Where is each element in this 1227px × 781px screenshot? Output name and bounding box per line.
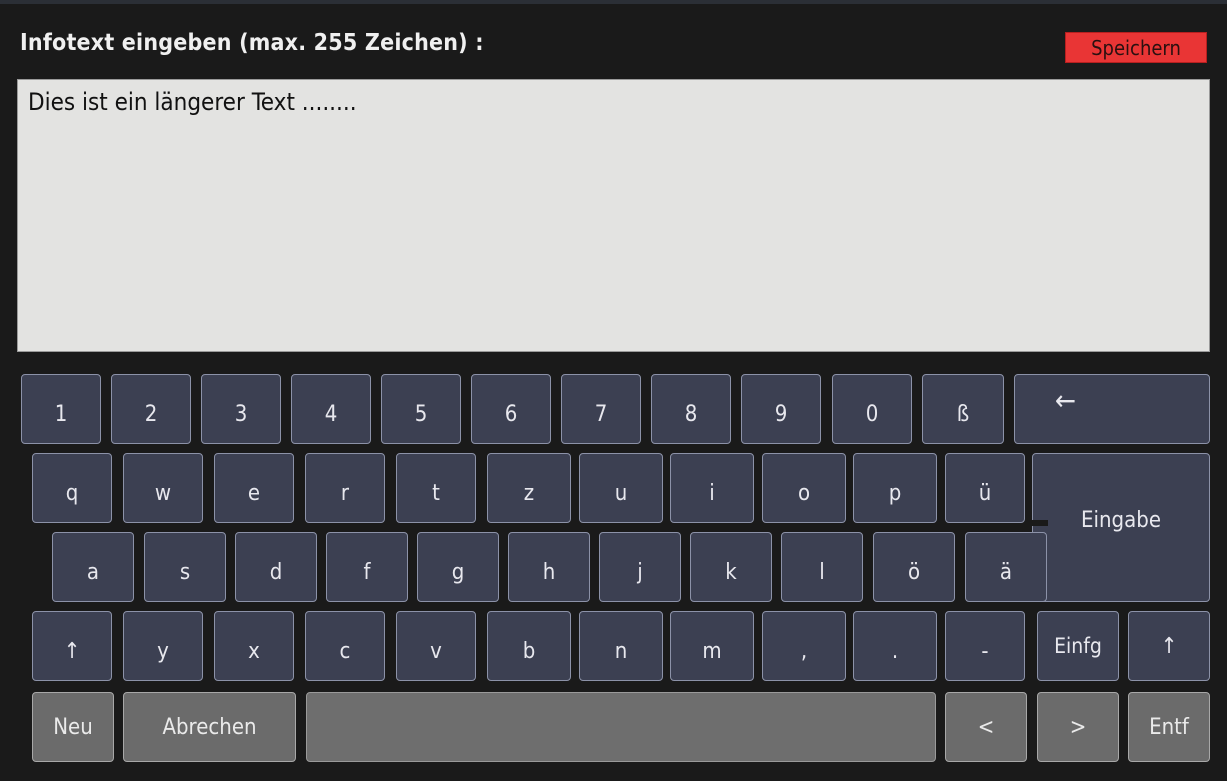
key-e[interactable]: e [214,453,294,523]
key-3[interactable]: 3 [201,374,281,444]
space-key[interactable] [306,692,936,762]
key-p[interactable]: p [853,453,937,523]
key-g[interactable]: g [417,532,499,602]
key-s[interactable]: s [144,532,226,602]
shift-left-key[interactable]: ↑ [32,611,112,681]
dialog: Infotext eingeben (max. 255 Zeichen) : S… [0,0,1227,781]
key-w[interactable]: w [123,453,203,523]
key-h[interactable]: h [508,532,590,602]
key-1[interactable]: 1 [21,374,101,444]
insert-key[interactable]: Einfg [1037,611,1119,681]
key-l[interactable]: l [781,532,863,602]
key-q[interactable]: q [32,453,112,523]
key-y[interactable]: y [123,611,203,681]
enter-key-notch [1030,520,1048,526]
key-v[interactable]: v [396,611,476,681]
top-border [0,0,1227,4]
key-t[interactable]: t [396,453,476,523]
key-8[interactable]: 8 [651,374,731,444]
key-ue[interactable]: ü [945,453,1025,523]
key-r[interactable]: r [305,453,385,523]
key-x[interactable]: x [214,611,294,681]
key-z[interactable]: z [487,453,571,523]
key-n[interactable]: n [579,611,663,681]
key-o[interactable]: o [762,453,846,523]
key-hyphen[interactable]: - [945,611,1025,681]
key-a[interactable]: a [52,532,134,602]
key-oe[interactable]: ö [873,532,955,602]
key-7[interactable]: 7 [561,374,641,444]
key-u[interactable]: u [579,453,663,523]
delete-key[interactable]: Entf [1128,692,1210,762]
key-period[interactable]: . [853,611,937,681]
key-f[interactable]: f [326,532,408,602]
key-sz[interactable]: ß [922,374,1004,444]
save-button[interactable]: Speichern [1065,32,1207,63]
key-comma[interactable]: , [762,611,846,681]
key-i[interactable]: i [670,453,754,523]
key-d[interactable]: d [235,532,317,602]
cursor-right-key[interactable]: > [1037,692,1119,762]
cancel-button[interactable]: Abrechen [123,692,296,762]
dialog-title: Infotext eingeben (max. 255 Zeichen) : [20,30,484,56]
backspace-key[interactable]: ← [1014,374,1210,444]
key-9[interactable]: 9 [741,374,821,444]
enter-key[interactable]: Eingabe [1032,453,1210,602]
key-4[interactable]: 4 [291,374,371,444]
shift-right-key[interactable]: ↑ [1128,611,1210,681]
new-button[interactable]: Neu [32,692,114,762]
key-0[interactable]: 0 [832,374,912,444]
key-m[interactable]: m [670,611,754,681]
key-6[interactable]: 6 [471,374,551,444]
key-j[interactable]: j [599,532,681,602]
key-5[interactable]: 5 [381,374,461,444]
key-2[interactable]: 2 [111,374,191,444]
infotext-input[interactable]: Dies ist ein längerer Text ........ [17,79,1210,352]
key-c[interactable]: c [305,611,385,681]
cursor-left-key[interactable]: < [945,692,1027,762]
key-b[interactable]: b [487,611,571,681]
key-ae[interactable]: ä [965,532,1047,602]
key-k[interactable]: k [690,532,772,602]
